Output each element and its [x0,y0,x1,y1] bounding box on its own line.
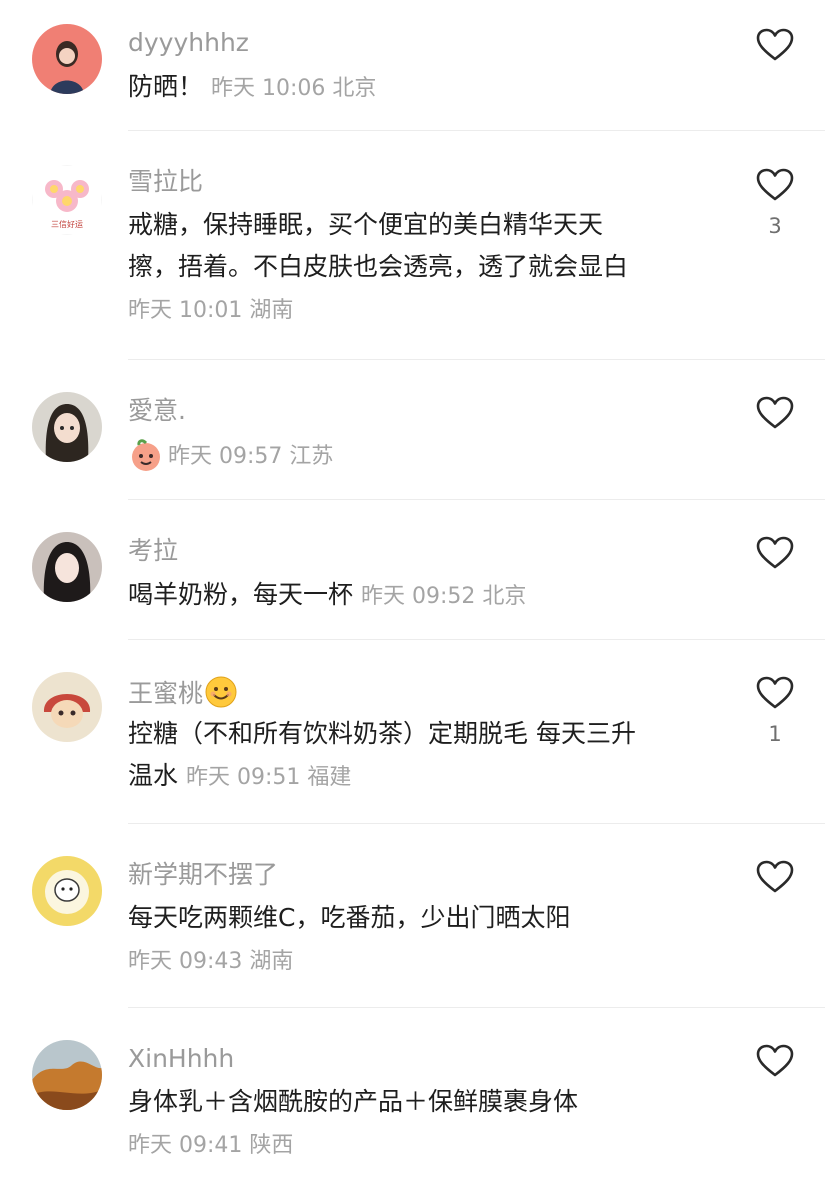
avatar[interactable] [32,1040,102,1110]
avatar[interactable] [32,392,102,462]
heart-outline-icon[interactable] [756,396,794,430]
comment-content: 防晒！ [128,72,204,101]
comment-item: XinHhhh 身体乳＋含烟酰胺的产品＋保鲜膜裹身体 昨天 09:41 陕西 [0,1008,825,1177]
heart-outline-icon[interactable] [756,168,794,202]
comment-meta: 昨天 10:06 北京 [211,76,377,101]
heart-outline-icon[interactable] [756,860,794,894]
comment-content-line: 控糖（不和所有饮料奶茶）定期脱毛 每天三升 [128,719,636,748]
comment-content-line: 擦，捂着。不白皮肤也会透亮，透了就会显白 [128,252,629,281]
comment-username[interactable]: XinHhhh [128,1044,234,1074]
peach-sticker-icon [128,438,164,472]
avatar[interactable] [32,856,102,926]
comment-text: 喝羊奶粉，每天一杯 昨天 09:52 北京 [128,574,718,618]
comment-item: 新学期不摆了 每天吃两颗维C，吃番茄，少出门晒太阳 昨天 09:43 湖南 [0,824,825,1008]
comment-meta: 昨天 09:52 北京 [361,584,527,609]
comment-username[interactable]: 愛意. [128,396,186,426]
comment-text: 戒糖，保持睡眠，买个便宜的美白精华天天 擦，捂着。不白皮肤也会透亮，透了就会显白… [128,204,718,332]
smiley-emoji-icon [205,676,237,708]
comment-username[interactable]: 雪拉比 [128,167,203,197]
comment-content: 身体乳＋含烟酰胺的产品＋保鲜膜裹身体 [128,1087,579,1116]
comment-content: 每天吃两颗维C，吃番茄，少出门晒太阳 [128,903,571,932]
avatar[interactable] [32,24,102,94]
comment-item: 三信好运 雪拉比 戒糖，保持睡眠，买个便宜的美白精华天天 擦，捂着。不白皮肤也会… [0,131,825,360]
comment-content: 喝羊奶粉，每天一杯 [128,580,354,609]
comment-meta: 昨天 10:01 湖南 [128,298,294,323]
avatar[interactable] [32,532,102,602]
like-count: 3 [768,214,782,238]
heart-outline-icon[interactable] [756,536,794,570]
comment-text: 每天吃两颗维C，吃番茄，少出门晒太阳 昨天 09:43 湖南 [128,897,718,983]
comment-meta: 昨天 09:57 江苏 [168,444,334,469]
comment-text: 身体乳＋含烟酰胺的产品＋保鲜膜裹身体 昨天 09:41 陕西 [128,1081,718,1167]
comment-item: 愛意. 昨天 09:57 江苏 [0,360,825,500]
comment-item: 王蜜桃 控糖（不和所有饮料奶茶）定期脱毛 每天三升 温水 昨天 09:51 福建 … [0,640,825,824]
avatar[interactable]: 三信好运 [32,165,102,235]
comment-username[interactable]: 考拉 [128,536,178,566]
svg-text:三信好运: 三信好运 [51,219,83,229]
comment-item: 考拉 喝羊奶粉，每天一杯 昨天 09:52 北京 [0,500,825,640]
comment-meta: 昨天 09:51 福建 [186,765,352,790]
heart-outline-icon[interactable] [756,676,794,710]
heart-outline-icon[interactable] [756,28,794,62]
comment-meta: 昨天 09:43 湖南 [128,949,294,974]
comment-username[interactable]: dyyyhhhz [128,28,249,58]
comment-item: dyyyhhhz 防晒！ 昨天 10:06 北京 [0,0,825,131]
like-count: 1 [768,722,782,746]
comment-meta: 昨天 09:41 陕西 [128,1133,294,1158]
heart-outline-icon[interactable] [756,1044,794,1078]
comment-text: 防晒！ 昨天 10:06 北京 [128,66,718,110]
avatar[interactable] [32,672,102,742]
comment-content-line: 温水 [128,761,179,790]
comment-username[interactable]: 新学期不摆了 [128,860,278,890]
comment-content-line: 戒糖，保持睡眠，买个便宜的美白精华天天 [128,210,604,239]
comment-text: 昨天 09:57 江苏 [128,434,718,478]
comment-text: 控糖（不和所有饮料奶茶）定期脱毛 每天三升 温水 昨天 09:51 福建 [128,713,718,799]
comment-username[interactable]: 王蜜桃 [128,676,237,709]
